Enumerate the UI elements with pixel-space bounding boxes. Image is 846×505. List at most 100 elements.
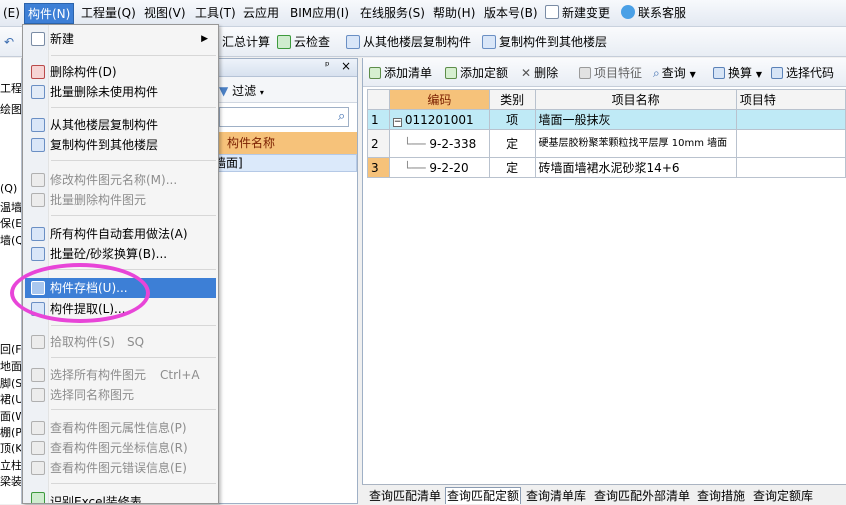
nav-item[interactable]: 回(F): [0, 341, 21, 357]
menu-item-batch-convert[interactable]: 批量砼/砂浆换算(B)...: [25, 244, 216, 264]
add-list-button[interactable]: 添加清单: [369, 65, 432, 81]
nav-item[interactable]: 温墙: [0, 199, 21, 215]
nav-item[interactable]: 面(W): [0, 408, 21, 424]
nav-item[interactable]: 裙(U): [0, 391, 21, 407]
menu-item-pick-component[interactable]: 拾取构件(S) SQ: [25, 332, 216, 352]
close-icon[interactable]: ×: [341, 59, 351, 73]
menu-separator: [51, 325, 216, 326]
quota-panel: 添加清单 添加定额 ✕ 删除 项目特征 ⌕ 查询 ▼ 换算 ▼ 选择代码 编码 类别…: [362, 58, 846, 504]
nav-item[interactable]: 顶(K): [0, 440, 21, 456]
item-feature-cell[interactable]: [735, 109, 846, 130]
menu-item-copy-from-floor[interactable]: 从其他楼层复制构件: [25, 115, 216, 135]
table-row[interactable]: 3 └── 9-2-20 定 砖墙面墙裙水泥砂浆14+6: [367, 157, 846, 178]
menu-item-label: 新建: [50, 32, 75, 46]
filter-button[interactable]: ▼ 过滤 ▾: [219, 82, 264, 99]
code-cell[interactable]: └── 9-2-338: [388, 129, 490, 158]
tab-external-list[interactable]: 查询匹配外部清单: [593, 488, 691, 505]
menu-item-rename-element[interactable]: 修改构件图元名称(M)...: [25, 170, 216, 190]
search-icon[interactable]: ⌕: [338, 109, 345, 124]
filter-label: 过滤: [232, 84, 257, 98]
item-feature-cell[interactable]: [735, 129, 846, 158]
nav-item[interactable]: 绘图输: [0, 101, 21, 117]
add-list-label: 添加清单: [384, 66, 433, 80]
cloud-check-button[interactable]: 云检查: [277, 33, 330, 51]
menu-item-view-errors[interactable]: 查看构件图元错误信息(E): [25, 458, 216, 478]
type-cell[interactable]: 项: [488, 109, 536, 130]
nav-item[interactable]: 地面: [0, 358, 21, 374]
add-quota-button[interactable]: 添加定额: [445, 65, 508, 81]
component-name-header[interactable]: 构件名称: [211, 132, 357, 154]
menu-item-view-coordinates[interactable]: 查看构件图元坐标信息(R): [25, 438, 216, 458]
menu-bim[interactable]: BIM应用(I): [287, 3, 352, 24]
select-code-button[interactable]: 选择代码: [771, 65, 834, 81]
menu-item-label: 构件存档(U)...: [50, 281, 128, 295]
menu-item-extract-component[interactable]: 构件提取(L)...: [25, 299, 216, 319]
menu-item-copy-to-floor[interactable]: 复制构件到其他楼层: [25, 135, 216, 155]
menu-item-archive-component[interactable]: 构件存档(U)...: [25, 278, 216, 298]
tab-quota-library[interactable]: 查询定额库: [752, 488, 814, 505]
nav-item[interactable]: 脚(S): [0, 375, 21, 391]
tab-match-list[interactable]: 查询匹配清单: [368, 488, 442, 505]
menu-quantity[interactable]: 工程量(Q): [78, 3, 139, 24]
item-name-cell[interactable]: 墙面一般抹灰: [534, 109, 737, 130]
delete-button[interactable]: ✕ 删除: [521, 65, 558, 81]
type-cell[interactable]: 定: [488, 129, 536, 158]
item-feature-header[interactable]: 项目特: [735, 89, 846, 110]
code-cell[interactable]: └── 9-2-20: [388, 157, 490, 178]
menu-item-import-excel[interactable]: 识别Excel装修表: [25, 489, 216, 503]
nav-item[interactable]: 保(E): [0, 215, 21, 231]
item-name-cell[interactable]: 硬基层胶粉聚苯颗粒找平层厚 10mm 墙面: [534, 129, 737, 158]
tab-measures[interactable]: 查询措施: [696, 488, 746, 505]
extract-icon: [31, 302, 45, 316]
type-cell[interactable]: 定: [488, 157, 536, 178]
menu-cloud[interactable]: 云应用: [240, 3, 282, 24]
menu-item-select-all[interactable]: 选择所有构件图元 Ctrl+A: [25, 365, 216, 385]
menu-help[interactable]: 帮助(H): [430, 3, 478, 24]
query-button[interactable]: ⌕ 查询 ▼: [653, 65, 696, 81]
table-row[interactable]: 1 −011201001 项 墙面一般抹灰: [367, 109, 846, 130]
nav-item[interactable]: 墙(Q): [0, 232, 21, 248]
menu-item-label: 查看构件图元错误信息(E): [50, 461, 187, 475]
menu-new-change[interactable]: 新建变更: [542, 3, 613, 24]
type-header[interactable]: 类别: [488, 89, 536, 110]
menu-contact-support[interactable]: 联系客服: [618, 3, 689, 24]
tab-list-library[interactable]: 查询清单库: [525, 488, 587, 505]
menu-item-auto-apply[interactable]: 所有构件自动套用做法(A): [25, 224, 216, 244]
component-row[interactable]: 墙面]: [211, 154, 357, 172]
nav-item[interactable]: 棚(P): [0, 424, 21, 440]
menu-version[interactable]: 版本号(B): [481, 3, 541, 24]
code-cell[interactable]: −011201001: [388, 109, 490, 130]
code-header[interactable]: 编码: [388, 89, 490, 110]
convert-button[interactable]: 换算 ▼: [713, 65, 762, 81]
nav-item[interactable]: 立柱装: [0, 457, 21, 473]
tab-match-quota[interactable]: 查询匹配定额: [445, 487, 522, 504]
table-row[interactable]: 2 └── 9-2-338 定 硬基层胶粉聚苯颗粒找平层厚 10mm 墙面: [367, 129, 846, 158]
menu-component[interactable]: 构件(N): [24, 3, 75, 24]
copy-to-floor-button[interactable]: 复制构件到其他楼层: [482, 33, 607, 51]
menu-item-view-properties[interactable]: 查看构件图元属性信息(P): [25, 418, 216, 438]
menu-online-service[interactable]: 在线服务(S): [357, 3, 428, 24]
item-name-cell[interactable]: 砖墙面墙裙水泥砂浆14+6: [534, 157, 737, 178]
menu-view[interactable]: 视图(V): [141, 3, 189, 24]
copy-from-floor-button[interactable]: 从其他楼层复制构件: [346, 33, 471, 51]
item-feature-cell[interactable]: [735, 157, 846, 178]
collapse-icon[interactable]: −: [392, 117, 402, 127]
row-number: 1: [367, 109, 390, 130]
menu-edit[interactable]: (E): [0, 3, 23, 24]
search-input[interactable]: [219, 107, 349, 127]
menu-item-delete-component[interactable]: 删除构件(D): [25, 62, 216, 82]
pin-icon[interactable]: ᵖ: [325, 59, 330, 72]
menu-item-new[interactable]: 新建 ▶: [25, 29, 216, 49]
menu-tools[interactable]: 工具(T): [192, 3, 239, 24]
nav-item[interactable]: (Q): [0, 182, 17, 195]
nav-item[interactable]: 工程设: [0, 80, 21, 96]
nav-item[interactable]: 梁装饰: [0, 473, 21, 489]
menu-separator: [51, 269, 216, 270]
undo-button[interactable]: ↶: [4, 33, 14, 51]
menu-item-batch-delete-elements[interactable]: 批量删除构件图元: [25, 190, 216, 210]
item-name-header[interactable]: 项目名称: [534, 89, 737, 110]
item-feature-button[interactable]: 项目特征: [579, 65, 642, 81]
menu-item-batch-delete-unused[interactable]: 批量删除未使用构件: [25, 82, 216, 102]
menu-item-select-same-name[interactable]: 选择同名称图元: [25, 385, 216, 405]
summary-calc-button[interactable]: 汇总计算: [222, 33, 270, 51]
